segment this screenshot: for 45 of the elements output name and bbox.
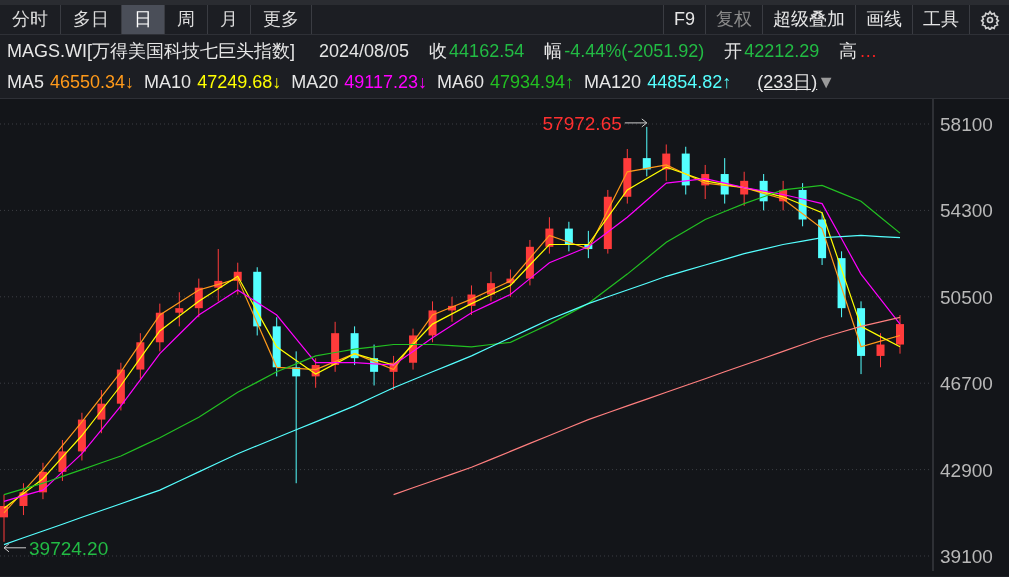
- quote-value: 42212.29: [744, 39, 820, 63]
- price-marker: 57972.65: [542, 112, 622, 134]
- leader-arrow: [3, 543, 27, 553]
- ma-label: MA5: [7, 71, 44, 94]
- axis-tick-label: 54300: [940, 200, 993, 222]
- axis-tick-label: 46700: [940, 373, 993, 395]
- ma-value: 47934.94↑: [490, 71, 575, 94]
- axis-tick-label: 58100: [940, 114, 993, 135]
- candlestick: [876, 332, 885, 368]
- ma-value: 44854.82↑: [647, 71, 732, 94]
- ma-label: MA120: [584, 71, 642, 94]
- quote-label: 幅: [544, 39, 563, 63]
- settings-icon[interactable]: [979, 9, 1000, 30]
- period-tab[interactable]: 周: [165, 5, 208, 34]
- quote-label: 开: [724, 39, 743, 63]
- axis-tick-label: 39100: [940, 546, 993, 567]
- ma-label: MA60: [437, 71, 484, 94]
- ma-value: 49117.23↓: [344, 71, 427, 94]
- index-name: MAGS.WI[万得美国科技七巨头指数]: [7, 39, 295, 63]
- candlestick: [175, 291, 184, 327]
- toolbar-button[interactable]: F9: [663, 5, 705, 34]
- quote-label: 收: [429, 39, 448, 63]
- period-tab[interactable]: 分时: [0, 5, 61, 34]
- period-tab[interactable]: 更多: [251, 5, 312, 34]
- axis-tick-label: 42900: [940, 459, 993, 481]
- toolbar-button[interactable]: 画线: [855, 5, 912, 34]
- ma-label: MA10: [144, 71, 192, 94]
- ma-value: 47249.68↓: [197, 71, 282, 94]
- period-tab[interactable]: 日: [122, 5, 165, 34]
- ma-value: 46550.34↓: [50, 71, 135, 94]
- dropdown-arrow[interactable]: ▼: [817, 69, 836, 96]
- toolbar-button[interactable]: 工具: [912, 5, 969, 34]
- period-link[interactable]: (233日): [757, 69, 818, 96]
- quote-date: 2024/08/05: [319, 39, 410, 63]
- leader-arrow: [624, 118, 648, 128]
- quote-value: -4.44%(-2051.92): [564, 39, 705, 63]
- price-marker: 39724.20: [29, 537, 109, 559]
- quote-value: …: [859, 39, 878, 63]
- ma-label: MA20: [291, 71, 339, 94]
- toolbar-button[interactable]: 超级叠加: [762, 5, 855, 34]
- period-tab[interactable]: 月: [208, 5, 251, 34]
- quote-value: 44162.54: [449, 39, 525, 63]
- axis-tick-label: 50500: [940, 286, 993, 308]
- candlestick: [896, 314, 904, 355]
- quote-label: 高: [839, 39, 858, 63]
